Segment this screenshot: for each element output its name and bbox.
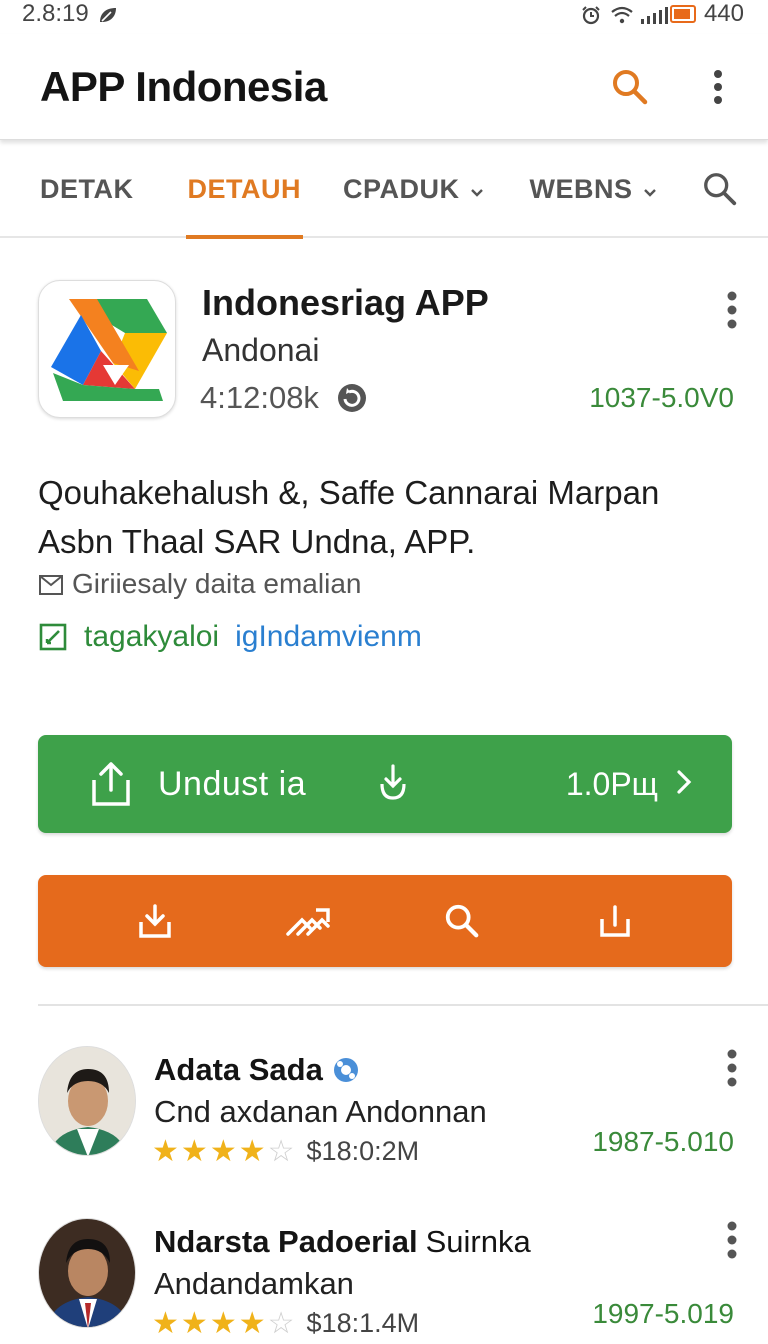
download-button[interactable] <box>131 897 179 945</box>
tab-detauh[interactable]: DETAUH <box>185 141 303 239</box>
star-icon: ★ <box>180 1134 208 1168</box>
chevron-down-icon <box>643 174 657 205</box>
app-header-card: Indonesriag APP Andonai 4:12:08k 1037-5.… <box>38 280 738 422</box>
review-version: 1987-5.010 <box>592 1126 734 1157</box>
search-icon <box>445 904 479 938</box>
status-left: 2.8:19 <box>22 0 119 28</box>
app-logo-icon[interactable] <box>38 280 176 418</box>
info-link[interactable]: igIndamvienm <box>235 620 422 654</box>
overflow-menu-button[interactable] <box>694 63 742 111</box>
review-subtitle: Cnd axdanan Andonnan <box>154 1094 487 1129</box>
app-bar: APP Indonesia <box>0 34 768 140</box>
more-vert-icon <box>727 1049 737 1087</box>
touch-download-icon <box>376 762 410 807</box>
app-name: Indonesriag APP <box>202 282 489 323</box>
review-more-button[interactable] <box>726 1048 738 1093</box>
wifi-icon <box>610 4 633 24</box>
review-author-name: Ndarsta Padoerial <box>154 1224 418 1259</box>
review-author: Ndarsta Padoerial Suirnka <box>154 1224 531 1260</box>
search-icon <box>703 173 736 206</box>
toolbar-search-button[interactable] <box>438 897 486 945</box>
review-version: 1997-5.019 <box>592 1298 734 1329</box>
notification-leaf-icon <box>97 4 119 24</box>
avatar <box>38 1046 136 1156</box>
fast-forward-icon <box>286 908 330 936</box>
star-half-icon: ☆ <box>267 1134 295 1168</box>
status-time: 2.8:19 <box>22 0 89 27</box>
chevron-down-icon <box>470 174 484 205</box>
fast-forward-button[interactable] <box>284 897 332 945</box>
alarm-icon <box>580 4 602 25</box>
app-developer[interactable]: Andonai <box>202 332 319 369</box>
tab-webns[interactable]: WEBNS <box>530 141 657 237</box>
app-description: Qouhakehalush &, Saffe Cannarai Marpan A… <box>38 474 660 560</box>
share-upload-icon <box>92 762 130 806</box>
more-vert-icon <box>727 1221 737 1259</box>
divider <box>38 1004 768 1006</box>
app-meta-text: 4:12:08k <box>200 380 319 415</box>
star-icon: ★ <box>180 1306 208 1340</box>
info-row-email: Giriiesaly daita emalian <box>38 568 361 600</box>
star-half-icon: ☆ <box>267 1306 295 1340</box>
review-author-suffix: Suirnka <box>425 1224 531 1259</box>
list-item[interactable]: Ndarsta Padoerial Suirnka Andandamkan ★ … <box>38 1218 738 1338</box>
install-button[interactable]: Undust ia 1.0Pщ <box>38 735 732 833</box>
search-icon <box>613 69 648 104</box>
share-icon <box>600 905 630 937</box>
tab-label: DETAUH <box>187 173 301 204</box>
app-version: 1037-5.0V0 <box>589 382 734 413</box>
app-meta: 4:12:08k <box>200 380 369 416</box>
tab-search-button[interactable] <box>701 141 739 237</box>
info-tag: tagakyaloi <box>84 620 220 653</box>
tab-label: DETAK <box>40 173 134 204</box>
list-item[interactable]: Adata Sada Cnd axdanan Andonnan ★ ★ ★ ★ … <box>38 1046 738 1166</box>
star-icon: ★ <box>209 1134 237 1168</box>
tab-label: CPADUK <box>343 173 460 204</box>
install-label: Undust ia <box>158 764 307 803</box>
more-vert-icon <box>714 69 722 104</box>
review-author-name: Adata Sada <box>154 1052 323 1087</box>
mail-icon <box>39 575 63 595</box>
app-more-button[interactable] <box>726 290 738 335</box>
signal-icon <box>640 4 668 24</box>
rating-row: ★ ★ ★ ★ ☆ $18:1.4M <box>152 1308 419 1339</box>
review-amount: $18:0:2M <box>306 1136 420 1166</box>
status-bar: 2.8:19 440 <box>0 0 768 28</box>
rating-row: ★ ★ ★ ★ ☆ $18:0:2M <box>152 1136 419 1167</box>
review-more-button[interactable] <box>726 1220 738 1265</box>
star-icon: ★ <box>238 1134 266 1168</box>
share-button[interactable] <box>591 897 639 945</box>
tab-bar: DETAK DETAUH CPADUK WEBNS <box>0 141 768 239</box>
star-icon: ★ <box>238 1306 266 1340</box>
action-toolbar <box>38 875 732 967</box>
download-icon <box>139 904 171 938</box>
battery-icon <box>669 5 696 23</box>
tab-detak[interactable]: DETAK <box>40 141 134 237</box>
avatar <box>38 1218 136 1328</box>
verified-badge-icon <box>333 1058 358 1082</box>
info-line-1: Giriiesaly daita emalian <box>72 568 362 599</box>
page-title: APP Indonesia <box>40 62 327 110</box>
star-icon: ★ <box>152 1134 179 1168</box>
tab-label: WEBNS <box>529 173 633 204</box>
tab-cpaduk[interactable]: CPADUK <box>343 141 484 237</box>
star-icon: ★ <box>152 1306 179 1340</box>
review-amount: $18:1.4M <box>306 1308 420 1338</box>
review-author: Adata Sada <box>154 1052 361 1088</box>
search-button[interactable] <box>606 63 654 111</box>
review-subtitle: Andandamkan <box>154 1266 354 1301</box>
app-bar-actions <box>606 63 742 111</box>
edit-box-icon <box>39 623 67 651</box>
more-vert-icon <box>727 291 737 329</box>
install-size: 1.0Pщ <box>565 765 658 802</box>
battery-text: 440 <box>703 0 744 27</box>
info-row-link: tagakyaloi igIndamvienm <box>38 620 422 654</box>
star-icon: ★ <box>209 1306 237 1340</box>
refresh-icon <box>337 384 366 412</box>
chevron-right-icon <box>676 769 692 800</box>
status-right: 440 <box>580 0 744 28</box>
